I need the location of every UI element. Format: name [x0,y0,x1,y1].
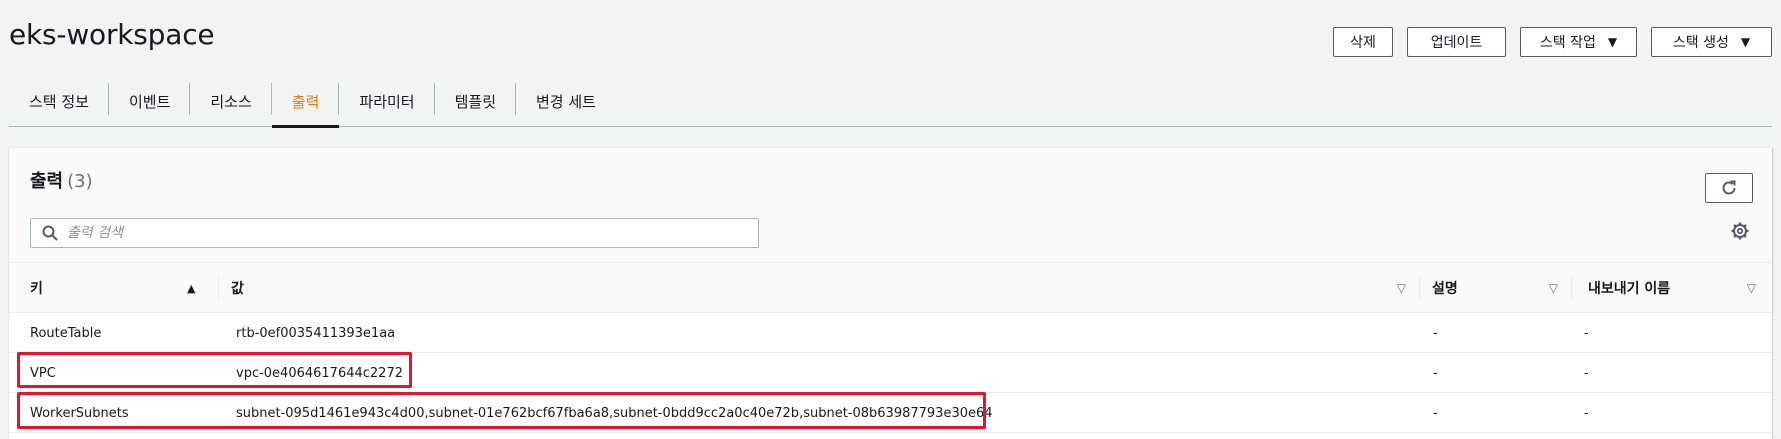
tab-outputs[interactable]: 출력 [271,75,340,128]
table-header: 키 ▲ 값 ▽ 설명 ▽ 내보내기 이름 ▽ [9,263,1772,313]
sort-descending-icon: ▽ [1746,281,1756,295]
tab-parameters[interactable]: 파라미터 [339,75,435,127]
delete-button-label: 삭제 [1350,35,1376,51]
update-button-label: 업데이트 [1430,35,1483,51]
column-header-export-name[interactable]: 내보내기 이름 ▽ [1572,263,1772,313]
tab-label: 출력 [291,92,320,111]
cell-value: rtb-0ef0035411393e1aa [236,325,396,341]
sort-descending-icon: ▽ [1396,281,1406,295]
tab-resources[interactable]: 리소스 [190,75,273,127]
outputs-panel-header: 출력 (3) [9,148,1772,263]
column-header-description[interactable]: 설명 ▽ [1420,263,1572,313]
tab-events[interactable]: 이벤트 [109,75,191,127]
header-actions: 삭제 업데이트 스택 작업 ▼ 스택 생성 ▼ [1333,27,1772,57]
caret-down-icon: ▼ [1607,35,1618,49]
delete-button[interactable]: 삭제 [1333,27,1393,57]
update-button[interactable]: 업데이트 [1407,27,1506,57]
tab-change-sets[interactable]: 변경 세트 [516,75,616,127]
tab-label: 스택 정보 [29,92,89,111]
refresh-icon [1722,180,1736,195]
sort-descending-icon: ▽ [1548,281,1558,295]
caret-down-icon: ▼ [1740,35,1751,49]
stack-actions-button[interactable]: 스택 작업 ▼ [1520,27,1637,57]
search-icon [42,225,58,241]
table-row: RouteTable rtb-0ef0035411393e1aa - - [9,313,1772,353]
tab-stack-info[interactable]: 스택 정보 [9,75,109,127]
outputs-title: 출력 (3) [30,167,93,193]
refresh-button[interactable] [1705,173,1753,203]
outputs-count: (3) [67,171,93,192]
tab-label: 파라미터 [359,92,415,111]
cell-description: - [1433,325,1438,341]
column-label: 설명 [1432,281,1458,297]
tab-label: 템플릿 [454,92,496,111]
search-input[interactable] [67,225,747,241]
create-stack-button[interactable]: 스택 생성 ▼ [1651,27,1772,57]
cell-export-name: - [1584,325,1589,341]
column-header-key[interactable]: 키 ▲ [9,263,219,313]
cell-description: - [1433,405,1438,421]
tab-label: 리소스 [210,92,252,111]
column-label: 값 [231,281,244,297]
stack-actions-button-label: 스택 작업 [1539,35,1596,51]
outputs-search [30,218,759,248]
outputs-title-text: 출력 [30,171,64,192]
tab-label: 변경 세트 [536,92,596,111]
stack-tabs: 스택 정보 이벤트 리소스 출력 파라미터 템플릿 변경 세트 [9,75,1772,128]
highlight-box-vpc [17,352,412,388]
column-header-value[interactable]: 값 ▽ [219,263,1420,313]
cell-key: RouteTable [30,325,102,341]
cell-description: - [1433,365,1438,381]
tab-template[interactable]: 템플릿 [435,75,517,127]
tab-label: 이벤트 [128,92,171,111]
cell-export-name: - [1584,365,1589,381]
page-title: eks-workspace [9,18,215,51]
create-stack-button-label: 스택 생성 [1672,35,1729,51]
column-label: 내보내기 이름 [1588,281,1671,297]
cell-export-name: - [1584,405,1589,421]
gear-icon[interactable] [1730,221,1750,241]
highlight-box-worker-subnets [17,392,986,429]
sort-ascending-icon: ▲ [187,281,196,295]
column-label: 키 [30,281,43,297]
